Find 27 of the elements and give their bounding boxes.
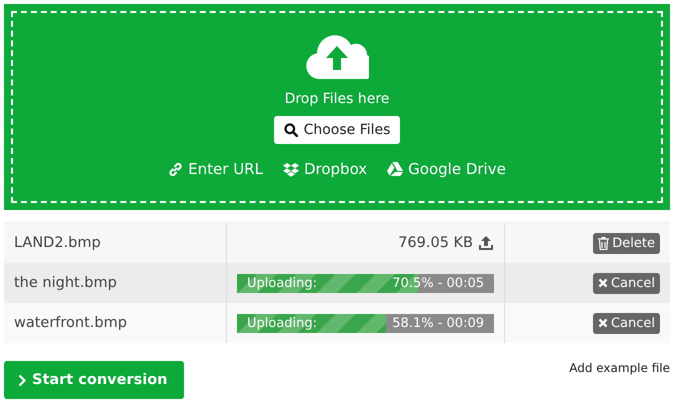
source-link[interactable]: Dropbox — [282, 160, 368, 178]
upload-icon — [478, 235, 494, 251]
upload-status: Uploading: — [247, 316, 318, 330]
source-link[interactable]: Google Drive — [387, 160, 506, 178]
trash-icon — [598, 236, 610, 250]
file-name: waterfront.bmp — [14, 315, 127, 331]
search-icon — [284, 123, 298, 137]
start-conversion-button[interactable]: Start conversion — [4, 361, 184, 399]
source-link[interactable]: Enter URL — [168, 160, 263, 178]
upload-status: Uploading: — [247, 276, 318, 290]
cancel-button[interactable]: Cancel — [592, 312, 660, 334]
file-name: the night.bmp — [14, 275, 117, 291]
drop-zone[interactable]: Drop Files here Choose Files Enter URL Dropbox Google Drive — [4, 4, 670, 210]
delete-button[interactable]: Delete — [593, 232, 660, 254]
file-size: 769.05 KB — [398, 235, 473, 251]
link-icon — [168, 162, 184, 176]
cloud-upload-icon — [305, 33, 369, 79]
file-name: LAND2.bmp — [14, 235, 101, 251]
cancel-button[interactable]: Cancel — [592, 272, 660, 294]
close-icon — [598, 278, 608, 288]
drive-icon — [387, 162, 404, 176]
add-example-link[interactable]: Add example file — [569, 361, 670, 375]
chevron-icon — [18, 374, 26, 386]
close-icon — [598, 318, 608, 328]
drop-prompt: Drop Files here — [284, 91, 390, 107]
dropbox-icon — [282, 162, 299, 176]
choose-files-button[interactable]: Choose Files — [274, 116, 400, 144]
